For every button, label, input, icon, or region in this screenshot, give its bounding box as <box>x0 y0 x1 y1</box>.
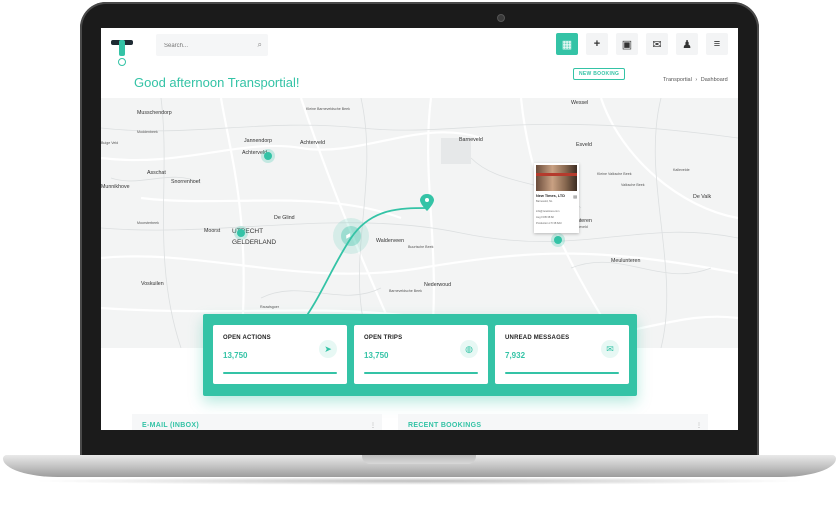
stats-panel: OPEN ACTIONS 13,750 ➤ OPEN TRIPS 13,750 … <box>203 314 637 396</box>
stat-title: OPEN ACTIONS <box>223 335 271 341</box>
popup-line: info@newtimes.com <box>536 210 560 213</box>
send-icon: ➤ <box>319 340 337 358</box>
map-pin[interactable] <box>264 152 272 160</box>
search-box[interactable]: ⌕ <box>156 34 268 56</box>
map-label: De Valk <box>693 194 712 200</box>
map-pin[interactable] <box>237 229 245 237</box>
location-photo <box>536 165 577 191</box>
menu-icon: ≡ <box>713 38 721 50</box>
popup-line: Aug FOB 38 82 <box>536 216 554 219</box>
panel-title: E-MAIL (INBOX) <box>142 422 199 429</box>
stat-card-open-actions[interactable]: OPEN ACTIONS 13,750 ➤ <box>213 325 347 384</box>
map-label: Rauwlsgoer <box>260 305 279 309</box>
messages-button[interactable]: ✉ <box>646 33 668 55</box>
map-label: Barneveld <box>459 137 483 143</box>
map-label: Asschat <box>147 170 166 176</box>
map-label: Snorrenhoef <box>171 179 201 185</box>
notifications-button[interactable]: ♟ <box>676 33 698 55</box>
map-label: Walderveen <box>376 238 405 244</box>
map-label: Munnikhove <box>101 184 130 190</box>
breadcrumb-item-transportial[interactable]: Transportial <box>663 77 692 83</box>
map-label: Buige Veld <box>101 141 119 145</box>
envelope-icon: ✉ <box>652 38 662 51</box>
popup-line: Barneveld, NL <box>536 200 553 203</box>
breadcrumb-item-dashboard: Dashboard <box>700 77 728 83</box>
map-label: Kallevelde <box>673 168 690 172</box>
more-icon[interactable]: ⋮ <box>370 422 376 429</box>
grid-icon: ▦ <box>561 38 573 51</box>
map-label: Voskuilen <box>141 281 164 287</box>
location-popup[interactable]: New Times, LTD Barneveld, NL info@newtim… <box>534 163 579 233</box>
map-label: Musschendorp <box>137 110 172 116</box>
dashboard-button[interactable]: ▦ <box>556 33 578 55</box>
bell-icon: ♟ <box>682 38 692 51</box>
email-inbox-panel: E-MAIL (INBOX) ⋮ <box>132 414 382 430</box>
map-label: Wessel <box>571 100 589 106</box>
map-label: De Glind <box>274 215 295 221</box>
map-label: Nederwoud <box>424 282 452 288</box>
map-label: GELDERLAND <box>232 239 277 246</box>
map-pin[interactable] <box>554 236 562 244</box>
breadcrumb-separator: › <box>695 77 698 83</box>
popup-line: Production LTI 38 8A3 <box>536 222 562 225</box>
mail-icon: ✉ <box>601 340 619 358</box>
clipboard-icon: ▣ <box>621 38 633 51</box>
map-label: Kleine Valksche Beek <box>597 172 632 176</box>
map-roads <box>101 98 738 348</box>
stat-card-unread-messages[interactable]: UNREAD MESSAGES 7,932 ✉ <box>495 325 629 384</box>
documents-button[interactable]: ▣ <box>616 33 638 55</box>
map-label: Achterveld <box>300 140 326 146</box>
map-label: Kleine Barneveldsche Beek <box>306 107 350 111</box>
map-label: Buurtsche Beek <box>408 245 434 249</box>
stat-title: OPEN TRIPS <box>364 335 403 341</box>
breadcrumb: Transportial › Dashboard <box>663 77 728 83</box>
calendar-icon[interactable]: ▤ <box>573 194 577 199</box>
menu-button[interactable]: ≡ <box>706 33 728 55</box>
map-label: Moorst <box>204 228 221 234</box>
more-icon[interactable]: ⋮ <box>696 422 702 429</box>
search-input[interactable] <box>162 38 250 54</box>
camera-icon <box>497 14 505 22</box>
map[interactable]: Wessel Musschendorp Kleine Barneveldsche… <box>101 98 738 348</box>
add-button[interactable]: + <box>586 33 608 55</box>
app-logo[interactable] <box>111 38 133 66</box>
stat-title: UNREAD MESSAGES <box>505 335 570 341</box>
map-label: Barneveldsche Beek <box>389 289 422 293</box>
stat-progress-bar <box>505 372 619 374</box>
stat-progress-bar <box>223 372 337 374</box>
laptop-shadow <box>30 477 808 485</box>
laptop-notch <box>362 455 476 464</box>
map-label: Moorsterbeek <box>137 221 159 225</box>
panel-title: RECENT BOOKINGS <box>408 422 482 429</box>
map-label: Jannendorp <box>244 138 272 144</box>
popup-title: New Times, LTD <box>536 194 565 198</box>
app-screen: ⌕ ▦ + ▣ ✉ ♟ ≡ NEW BOOKING Good afternoon… <box>101 28 738 430</box>
recent-bookings-panel: RECENT BOOKINGS ⋮ <box>398 414 708 430</box>
page-title: Good afternoon Transportial! <box>134 75 300 90</box>
globe-icon: ◍ <box>460 340 478 358</box>
map-label: Moddenbeek <box>137 130 158 134</box>
map-label: Esveld <box>576 142 592 148</box>
search-icon[interactable]: ⌕ <box>258 40 262 50</box>
stat-card-open-trips[interactable]: OPEN TRIPS 13,750 ◍ <box>354 325 488 384</box>
stat-value: 13,750 <box>223 351 248 360</box>
stat-value: 7,932 <box>505 351 526 360</box>
map-label: Meulunteren <box>611 258 641 264</box>
plus-icon: + <box>593 38 601 50</box>
map-label: Valksche Beek <box>621 183 645 187</box>
new-booking-button[interactable]: NEW BOOKING <box>573 68 626 80</box>
stat-progress-bar <box>364 372 478 374</box>
laptop-mockup: ⌕ ▦ + ▣ ✉ ♟ ≡ NEW BOOKING Good afternoon… <box>0 0 838 508</box>
stat-value: 13,750 <box>364 351 389 360</box>
